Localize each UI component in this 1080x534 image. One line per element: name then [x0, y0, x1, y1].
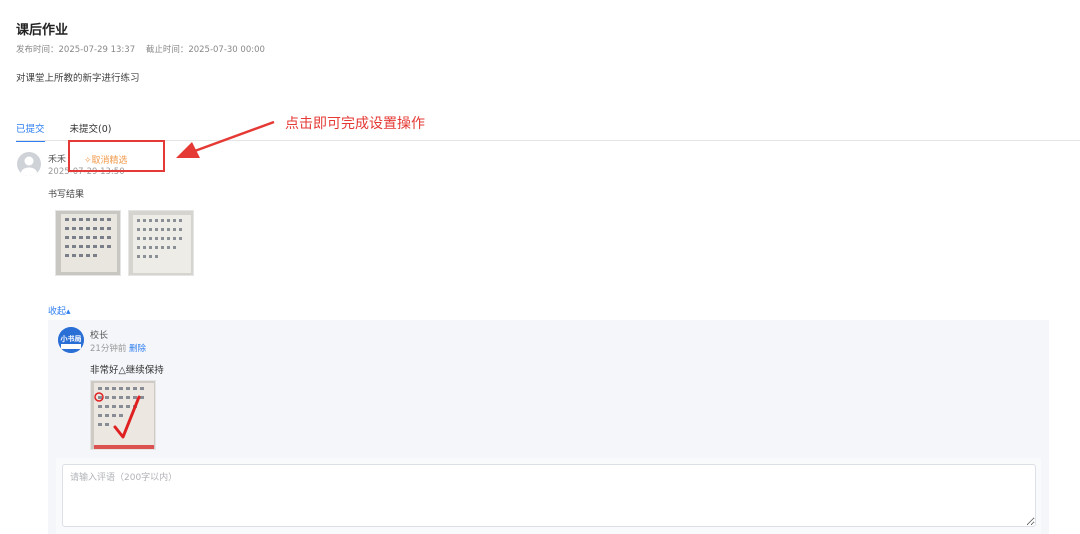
tab-not-submitted[interactable]: 未提交(0) [70, 121, 112, 142]
deadline-time: 截止时间：2025-07-30 00:00 [145, 45, 265, 55]
teacher-avatar: 小书局 [58, 327, 84, 353]
annotation-highlight-box [68, 140, 165, 172]
collapse-comments-toggle[interactable]: 收起▴ [48, 304, 71, 317]
page-title: 课后作业 [16, 23, 69, 38]
homework-description: 对课堂上所教的新字进行练习 [16, 73, 140, 84]
result-label: 书写结果 [48, 190, 85, 200]
comment-text: 非常好△继续保持 [90, 365, 164, 376]
comment-input[interactable] [62, 464, 1036, 527]
submission-image-2[interactable] [128, 210, 194, 276]
annotation-callout: 点击即可完成设置操作 [285, 116, 425, 132]
submission-tabs: 已提交 未提交(0) [16, 121, 111, 142]
svg-text:小书局: 小书局 [60, 334, 82, 343]
student-name: 禾禾 [48, 155, 67, 165]
comment-image[interactable] [90, 380, 156, 450]
submission-image-1[interactable] [55, 210, 121, 276]
delete-comment-button[interactable]: 删除 [129, 342, 146, 354]
homework-meta: 发布时间：2025-07-29 13:37 截止时间：2025-07-30 00… [16, 43, 273, 55]
tab-submitted[interactable]: 已提交 [16, 121, 45, 142]
annotation-arrow-icon [176, 120, 275, 158]
commenter-name: 校长 [90, 331, 109, 341]
publish-time: 发布时间：2025-07-29 13:37 [16, 45, 136, 55]
comment-time: 21分钟前 [90, 344, 127, 354]
student-avatar [17, 152, 41, 176]
